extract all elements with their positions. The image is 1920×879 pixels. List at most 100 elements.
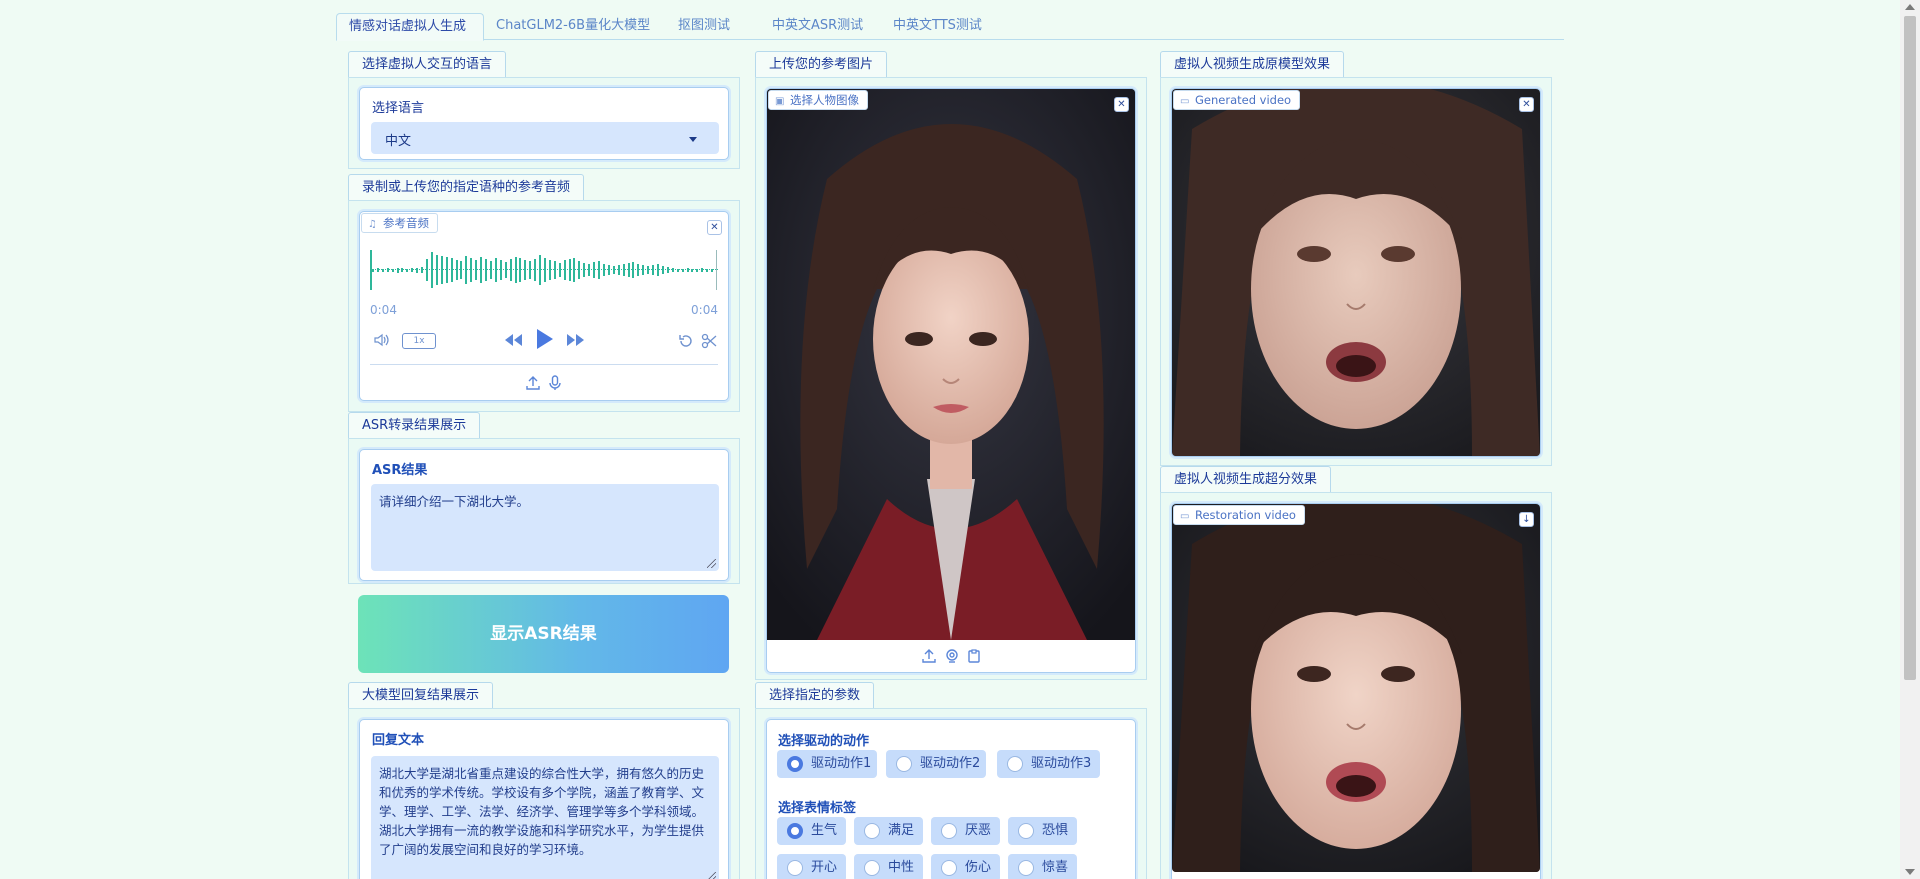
upload-icon[interactable] [526, 376, 540, 394]
close-icon[interactable]: ✕ [1519, 97, 1534, 112]
asr-result-textarea[interactable]: 请详细介绍一下湖北大学。 [371, 484, 719, 571]
emotion-option-surprise[interactable]: 惊喜 [1008, 854, 1077, 879]
rewind-icon[interactable] [503, 333, 523, 351]
audio-panel: ♫ 参考音频 ✕ 0:04 0:04 1x [348, 200, 740, 412]
emotion-option-content[interactable]: 满足 [854, 817, 923, 845]
language-select[interactable]: 中文 [371, 122, 719, 154]
tab-asr[interactable]: 中英文ASR测试 [760, 13, 875, 41]
emotion-option-fear[interactable]: 恐惧 [1008, 817, 1077, 845]
volume-icon[interactable] [374, 333, 390, 351]
waveform-bar [544, 258, 546, 282]
waveform-bar [686, 268, 689, 272]
waveform-bar [578, 261, 581, 279]
restoration-video-player[interactable] [1172, 504, 1540, 872]
waveform-bar [416, 267, 419, 273]
generated-video-frame [1172, 89, 1540, 456]
resize-handle[interactable] [707, 872, 716, 879]
waveform-bar [445, 257, 448, 283]
resize-handle[interactable] [707, 559, 716, 568]
original-video-section-title: 虚拟人视频生成原模型效果 [1160, 51, 1345, 78]
audio-section-title: 录制或上传您的指定语种的参考音频 [348, 174, 585, 201]
audio-badge: ♫ 参考音频 [361, 213, 438, 233]
playback-speed-button[interactable]: 1x [402, 333, 436, 349]
tab-tts[interactable]: 中英文TTS测试 [881, 13, 994, 41]
llm-section-title: 大模型回复结果展示 [348, 682, 494, 709]
waveform-bar [504, 262, 507, 278]
fast-forward-icon[interactable] [566, 333, 586, 351]
emotion-option-sad[interactable]: 伤心 [931, 854, 1000, 879]
waveform-bar [558, 263, 561, 277]
waveform-bar [617, 265, 620, 275]
radio-dot [864, 823, 880, 839]
motion-option-3[interactable]: 驱动动作3 [997, 750, 1100, 778]
waveform-bar [666, 267, 669, 273]
time-current: 0:04 [370, 303, 397, 317]
motion-option-1[interactable]: 驱动动作1 [777, 750, 877, 778]
waveform-bar [642, 265, 645, 275]
motion-label: 选择驱动的动作 [778, 734, 870, 749]
tab-matting[interactable]: 抠图测试 [666, 13, 742, 41]
page-scrollbar[interactable] [1900, 0, 1920, 879]
show-asr-button[interactable]: 显示ASR结果 [358, 595, 729, 673]
generated-video-player[interactable] [1172, 89, 1540, 456]
waveform-bar [622, 264, 625, 276]
waveform-bar [602, 264, 605, 276]
radio-dot [941, 823, 957, 839]
params-panel: 选择驱动的动作 驱动动作1 驱动动作2 驱动动作3 选择表情标签 生气 满足 厌… [755, 708, 1147, 879]
waveform-bar [372, 268, 374, 272]
waveform-bar [475, 260, 478, 280]
waveform-bar [701, 268, 704, 272]
waveform-bar [465, 256, 468, 284]
radio-dot [941, 860, 957, 876]
waveform-bar [489, 261, 492, 279]
webcam-icon[interactable] [945, 649, 959, 667]
trim-icon[interactable] [701, 333, 717, 353]
audio-waveform[interactable] [370, 248, 718, 292]
download-icon[interactable]: ↓ [1519, 512, 1534, 527]
waveform-bar [411, 268, 414, 272]
waveform-bar [637, 264, 640, 276]
clipboard-icon[interactable] [967, 649, 981, 667]
waveform-bar [588, 264, 591, 276]
waveform-bar [568, 259, 571, 281]
upload-icon[interactable] [922, 649, 936, 667]
scroll-up-arrow[interactable] [1905, 4, 1915, 10]
portrait-illustration [767, 89, 1135, 640]
language-label: 选择语言 [372, 101, 425, 116]
reply-text: 湖北大学是湖北省重点建设的综合性大学，拥有悠久的历史和优秀的学术传统。学校设有多… [379, 766, 705, 857]
waveform-bar [539, 255, 542, 285]
waveform-bar [386, 268, 389, 272]
asr-card: ASR结果 请详细介绍一下湖北大学。 [359, 449, 729, 581]
microphone-icon[interactable] [548, 375, 562, 395]
emotion-option-neutral[interactable]: 中性 [854, 854, 923, 879]
close-icon[interactable]: ✕ [707, 220, 722, 235]
reply-textarea[interactable]: 湖北大学是湖北省重点建设的综合性大学，拥有悠久的历史和优秀的学术传统。学校设有多… [371, 756, 719, 879]
tab-chatglm[interactable]: ChatGLM2-6B量化大模型 [484, 13, 662, 41]
emotion-option-angry[interactable]: 生气 [777, 817, 846, 845]
language-section-title: 选择虚拟人交互的语言 [348, 51, 507, 78]
scroll-thumb[interactable] [1904, 16, 1916, 680]
waveform-bar [598, 261, 601, 279]
waveform-bar [681, 268, 684, 272]
waveform-bar [671, 268, 674, 272]
sr-video-section-title: 虚拟人视频生成超分效果 [1160, 466, 1332, 493]
reset-icon[interactable] [678, 333, 694, 353]
tab-emotion-dialog[interactable]: 情感对话虚拟人生成 [336, 13, 484, 41]
waveform-bar [647, 266, 650, 274]
play-icon[interactable] [536, 328, 554, 354]
reference-portrait-image[interactable] [767, 89, 1135, 640]
waveform-bar [676, 268, 679, 272]
emotion-option-disgust[interactable]: 厌恶 [931, 817, 1000, 845]
motion-option-2[interactable]: 驱动动作2 [886, 750, 986, 778]
waveform-bar [480, 257, 483, 283]
image-section-title: 上传您的参考图片 [755, 51, 888, 78]
waveform-bar [455, 260, 458, 280]
image-panel: ▣ 选择人物图像 ✕ [755, 77, 1147, 680]
emotion-option-happy[interactable]: 开心 [777, 854, 846, 879]
scroll-down-arrow[interactable] [1905, 869, 1915, 875]
top-tabs: 情感对话虚拟人生成 ChatGLM2-6B量化大模型 抠图测试 中英文ASR测试… [336, 13, 1564, 41]
waveform-bar [627, 263, 630, 277]
close-icon[interactable]: ✕ [1114, 97, 1129, 112]
emotion-label: 选择表情标签 [778, 801, 857, 816]
language-panel: 选择语言 中文 [348, 77, 740, 169]
